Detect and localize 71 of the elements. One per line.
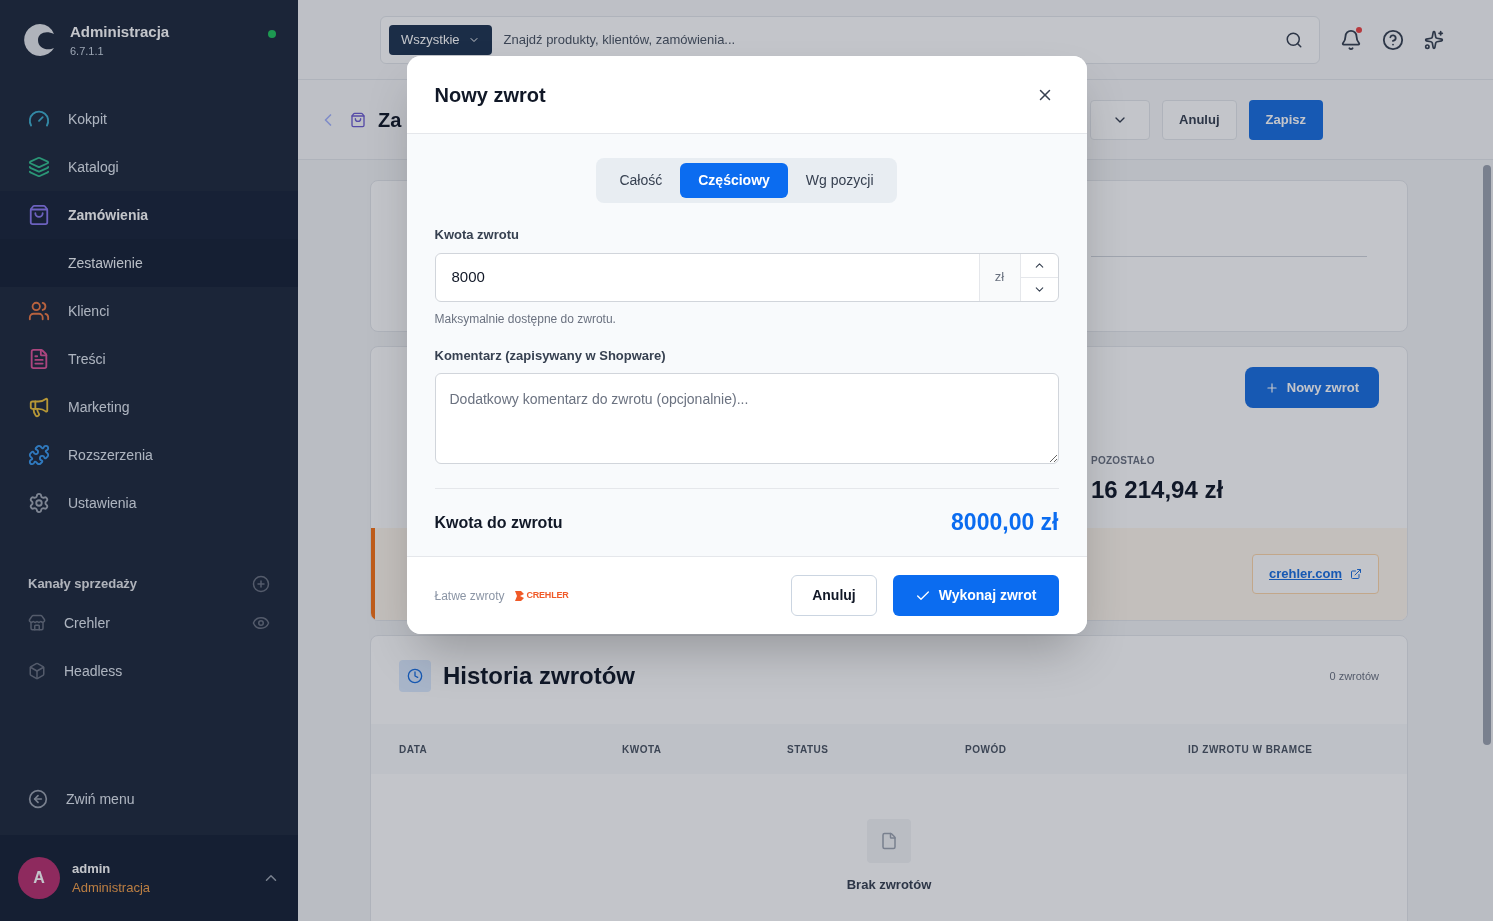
crehler-link[interactable]: crehler.com: [1252, 554, 1379, 594]
channel-item[interactable]: Crehler: [0, 599, 298, 647]
submenu-item[interactable]: Zestawienie: [0, 239, 298, 287]
footer-note: Łatwe zwroty: [434, 587, 505, 605]
cancel-button[interactable]: Anuluj: [791, 575, 877, 616]
new-refund-button[interactable]: Nowy zwrot: [1244, 367, 1379, 408]
scope-dropdown[interactable]: Wszystkie: [389, 24, 492, 55]
search-field[interactable]: Wszystkie Znajdź produkty, klientów, zamówienia...: [380, 15, 1320, 64]
version-label: 6.7.1.1: [70, 44, 105, 59]
column-header: STATUS: [787, 742, 830, 757]
column-header: POWÓD: [965, 742, 1008, 757]
eye-icon[interactable]: [252, 614, 270, 632]
remaining-label: POZOSTAŁO: [1091, 454, 1156, 468]
total-value: 8000,00 zł: [951, 508, 1059, 538]
channel-item[interactable]: Headless: [0, 647, 298, 695]
total-label: Kwota do zwrotu: [434, 512, 563, 533]
menu-item[interactable]: Kokpit: [0, 95, 298, 143]
box-icon: [28, 662, 46, 680]
field-label: Komentarz (zapisywany w Shopware): [434, 346, 667, 365]
document-icon: [867, 819, 911, 863]
submit-refund-button[interactable]: Wykonaj zwrot: [892, 575, 1059, 616]
menu-item[interactable]: Katalogi: [0, 143, 298, 191]
collapse-menu-item[interactable]: Zwiń menu: [0, 775, 298, 823]
remaining-value: 16 214,94 zł: [1091, 475, 1225, 505]
tab[interactable]: Częściowy: [680, 163, 788, 198]
empty-message: Brak zwrotów: [846, 876, 932, 894]
gear-icon: [28, 492, 50, 514]
help-icon[interactable]: [1382, 28, 1404, 51]
menu-item[interactable]: Zamówienia: [0, 191, 298, 239]
save-button[interactable]: Zapisz: [1248, 99, 1323, 140]
section-title: Kanały sprzedaży: [28, 575, 138, 594]
layers-icon: [28, 156, 50, 178]
bell-icon[interactable]: [1340, 28, 1362, 51]
arrow-left-icon: [28, 789, 48, 809]
menu-item[interactable]: Marketing: [0, 383, 298, 431]
column-header: DATA: [399, 742, 429, 757]
history-title: Historia zwrotów: [443, 661, 636, 691]
crehler-logo: CREHLER: [512, 588, 569, 603]
search-icon[interactable]: [1285, 30, 1303, 49]
avatar: A: [18, 857, 60, 899]
tab[interactable]: Całość: [601, 163, 681, 198]
menu-item[interactable]: Ustawienia: [0, 479, 298, 527]
menu-item[interactable]: Treści: [0, 335, 298, 383]
column-header: ID ZWROTU W BRAMCE: [1188, 742, 1314, 757]
menu-item[interactable]: Klienci: [0, 287, 298, 335]
sparkle-icon[interactable]: [1424, 29, 1444, 50]
users-icon: [28, 300, 50, 322]
comment-field[interactable]: Dodatkowy komentarz do zwrotu (opcjonalnie)...: [434, 373, 1059, 464]
plus-icon: [1264, 380, 1279, 395]
refund-count: 0 zwrotów: [1329, 668, 1379, 684]
cancel-button[interactable]: Anuluj: [1162, 99, 1237, 140]
puzzle-icon: [28, 444, 50, 466]
external-link-icon: [1350, 568, 1362, 580]
field-label: Kwota zwrotu: [434, 226, 520, 244]
page-title: Za: [378, 107, 402, 133]
add-icon[interactable]: [252, 575, 270, 593]
document-icon: [28, 348, 50, 370]
dialog-title: Nowy zwrot: [434, 82, 546, 108]
user-name: admin: [72, 859, 112, 878]
bag-icon: [350, 111, 366, 128]
app-title: Administracja: [70, 21, 171, 42]
menu-item[interactable]: Rozszerzenia: [0, 431, 298, 479]
tab[interactable]: Wg pozycji: [787, 163, 892, 198]
field-hint: Maksymalnie dostępne do zwrotu.: [434, 310, 617, 328]
currency-unit: zł: [978, 253, 1020, 301]
user-role: Administracja: [72, 879, 152, 897]
megaphone-icon: [28, 396, 50, 418]
clock-icon: [399, 660, 431, 692]
bag-icon: [28, 204, 50, 226]
column-header: KWOTA: [622, 742, 663, 757]
store-icon: [28, 614, 46, 632]
